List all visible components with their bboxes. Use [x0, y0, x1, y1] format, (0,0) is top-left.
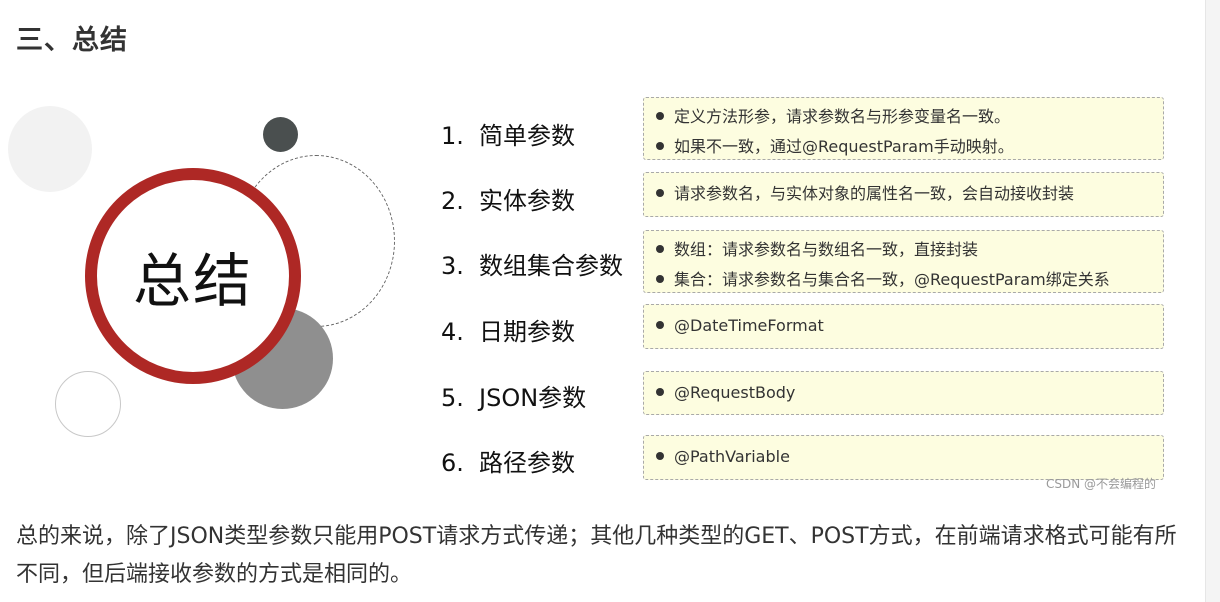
bullet-icon — [656, 320, 664, 329]
note-box-date: @DateTimeFormat — [643, 304, 1164, 349]
param-item-simple: 1. 简单参数 — [441, 116, 575, 151]
summary-slide: 总结 1. 简单参数 定义方法形参，请求参数名与形参变量名一致。 如果不一致，通过… — [0, 85, 1200, 495]
bullet-icon — [656, 141, 664, 150]
note-line: 请求参数名，与实体对象的属性名一致，会自动接收封装 — [656, 179, 1153, 209]
param-item-array-collection: 3. 数组集合参数 — [441, 246, 623, 281]
note-box-entity: 请求参数名，与实体对象的属性名一致，会自动接收封装 — [643, 172, 1164, 217]
note-line: @DateTimeFormat — [656, 311, 1153, 341]
param-item-path: 6. 路径参数 — [441, 443, 575, 478]
bullet-icon — [656, 274, 664, 283]
note-box-json: @RequestBody — [643, 371, 1164, 415]
note-line: 集合：请求参数名与集合名一致，@RequestParam绑定关系 — [656, 265, 1153, 295]
item-number: 5. — [441, 384, 464, 412]
note-line: 定义方法形参，请求参数名与形参变量名一致。 — [656, 102, 1153, 132]
item-label: 简单参数 — [479, 122, 575, 150]
bullet-icon — [656, 111, 664, 120]
note-box-simple: 定义方法形参，请求参数名与形参变量名一致。 如果不一致，通过@RequestPa… — [643, 97, 1164, 160]
watermark: CSDN @不会编程的 — [1046, 477, 1157, 491]
item-number: 2. — [441, 187, 464, 215]
page-scrollbar[interactable] — [1205, 0, 1220, 602]
item-label: 数组集合参数 — [479, 252, 623, 280]
item-label: 实体参数 — [479, 187, 575, 215]
note-box-path: @PathVariable — [643, 435, 1164, 480]
item-label: JSON参数 — [479, 384, 587, 412]
item-label: 路径参数 — [479, 449, 575, 477]
item-label: 日期参数 — [479, 318, 575, 346]
section-heading: 三、总结 — [16, 25, 128, 56]
item-number: 4. — [441, 318, 464, 346]
bullet-icon — [656, 244, 664, 253]
param-item-date: 4. 日期参数 — [441, 312, 575, 347]
bullet-icon — [656, 451, 664, 460]
center-title: 总结 — [132, 247, 253, 315]
note-line: 如果不一致，通过@RequestParam手动映射。 — [656, 132, 1153, 162]
item-number: 3. — [441, 252, 464, 280]
summary-paragraph: 总的来说，除了JSON类型参数只能用POST请求方式传递；其他几种类型的GET、… — [16, 524, 1177, 587]
note-line: @RequestBody — [656, 378, 1153, 408]
param-item-entity: 2. 实体参数 — [441, 181, 575, 216]
note-line: 数组：请求参数名与数组名一致，直接封装 — [656, 235, 1153, 265]
decorative-outline-circle — [55, 371, 121, 437]
note-box-array-collection: 数组：请求参数名与数组名一致，直接封装 集合：请求参数名与集合名一致，@Requ… — [643, 230, 1164, 293]
bullet-icon — [656, 387, 664, 396]
bullet-icon — [656, 188, 664, 197]
item-number: 6. — [441, 449, 464, 477]
note-line: @PathVariable — [656, 442, 1153, 472]
param-item-json: 5. JSON参数 — [441, 378, 586, 413]
decorative-dark-circle — [263, 117, 298, 152]
decorative-light-circle — [8, 106, 92, 192]
item-number: 1. — [441, 122, 464, 150]
center-ring: 总结 — [85, 168, 301, 384]
